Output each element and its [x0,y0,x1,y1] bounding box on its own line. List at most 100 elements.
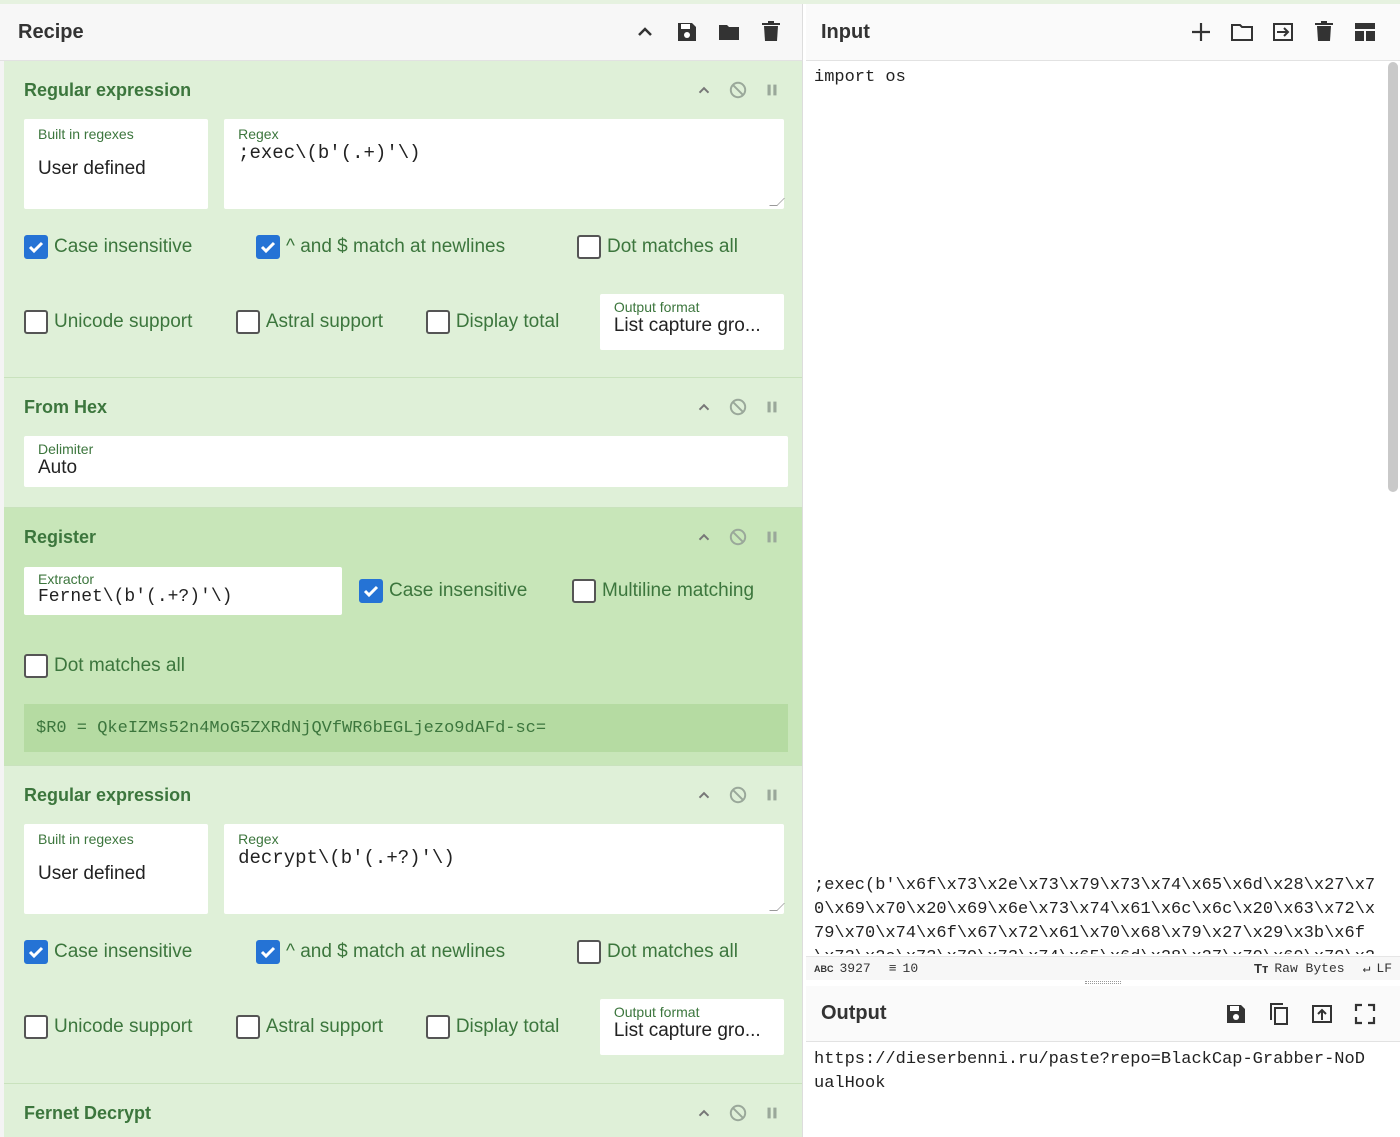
trash-icon[interactable] [758,19,784,45]
checkbox-icon [235,310,260,334]
field-value: List capture gro... [613,315,761,336]
checkbox-label: ^ and $ match at newlines [286,940,506,962]
layout-icon[interactable] [1352,19,1378,45]
field-value: User defined [38,158,146,179]
case-insensitive-checkbox[interactable]: Case insensitive [359,579,572,603]
recipe-pane: Recipe Regular expression Built in regex… [0,4,803,1137]
checkbox-icon [24,234,48,259]
char-count: ABC 3927 [814,961,871,976]
pause-icon[interactable] [762,80,782,100]
recipe-title: Recipe [18,20,84,43]
checkbox-label: Dot matches all [607,235,738,257]
pause-icon[interactable] [762,397,782,417]
encoding-value: Raw Bytes [1274,961,1345,976]
field-value: ;exec\(b'(.+)'\) [238,142,421,164]
maximize-icon[interactable] [1352,1001,1378,1027]
chevron-up-icon[interactable] [694,80,714,100]
input-header: Input [806,4,1400,61]
replace-input-icon[interactable] [1309,1001,1335,1027]
import-icon[interactable] [1270,19,1296,45]
chevron-up-icon[interactable] [694,527,714,547]
input-title: Input [821,20,870,43]
input-encoded-text[interactable]: ;exec(b'\x6f\x73\x2e\x73\x79\x73\x74\x65… [814,874,1384,954]
checkbox-icon [24,939,48,964]
disable-icon[interactable] [728,1103,748,1123]
field-label: Output format [613,299,700,315]
field-label: Regex [238,831,279,847]
chevron-up-icon[interactable] [694,1103,714,1123]
field-label: Regex [238,126,279,142]
regex-input[interactable]: Regex ;exec\(b'(.+)'\) [224,119,785,209]
checkbox-label: Display total [455,1016,560,1037]
folder-open-icon[interactable] [1229,19,1255,45]
extractor-input[interactable]: Extractor Fernet\(b'(.+?)'\) [24,567,342,615]
display-total-checkbox[interactable]: Display total [425,310,600,334]
astral-support-checkbox[interactable]: Astral support [235,310,426,334]
unicode-support-checkbox[interactable]: Unicode support [24,1015,236,1039]
input-first-line[interactable]: import os [814,68,906,87]
output-title: Output [821,1002,887,1024]
field-value: List capture gro... [613,1020,761,1041]
disable-icon[interactable] [728,80,748,100]
chevron-up-icon[interactable] [632,19,658,45]
checkbox-icon [256,234,280,259]
recipe-header: Recipe [0,4,802,61]
multiline-checkbox[interactable]: ^ and $ match at newlines [256,234,577,259]
output-text[interactable]: https://dieserbenni.ru/paste?repo=BlackC… [814,1048,1374,1096]
checkbox-icon [577,939,601,964]
disable-icon[interactable] [728,785,748,805]
resize-handle[interactable] [769,198,785,206]
checkbox-label: ^ and $ match at newlines [286,235,506,257]
checkbox-label: Dot matches all [54,655,185,676]
chevron-up-icon[interactable] [694,785,714,805]
operation-title: Regular expression [24,79,192,100]
operation-regex-2: Regular expression Built in regexes User… [4,766,802,1084]
pause-icon[interactable] [762,527,782,547]
disable-icon[interactable] [728,527,748,547]
operation-fernet-decrypt: Fernet Decrypt [4,1084,802,1137]
dot-matches-all-checkbox[interactable]: Dot matches all [577,234,738,259]
astral-support-checkbox[interactable]: Astral support [235,1015,426,1039]
unicode-support-checkbox[interactable]: Unicode support [24,310,236,334]
case-insensitive-checkbox[interactable]: Case insensitive [24,234,256,259]
field-label: Built in regexes [38,126,134,142]
pause-icon[interactable] [762,1103,782,1123]
case-insensitive-checkbox[interactable]: Case insensitive [24,939,256,964]
checkbox-icon [256,939,280,964]
pane-resize-handle[interactable] [1085,981,1121,984]
delimiter-select[interactable]: Delimiter Auto [24,436,788,487]
checkbox-label: Unicode support [54,1016,193,1037]
field-label: Delimiter [38,441,94,457]
display-total-checkbox[interactable]: Display total [425,1015,600,1039]
builtin-regexes-select[interactable]: Built in regexes User defined [24,824,209,914]
output-format-select[interactable]: Output format List capture gro... [599,294,784,350]
output-format-select[interactable]: Output format List capture gro... [599,999,784,1055]
trash-icon[interactable] [1311,19,1337,45]
encoding-selector[interactable]: Tт Raw Bytes [1254,961,1345,976]
checkbox-icon [577,234,601,259]
operation-register: Register Extractor Fernet\(b'(.+?)'\) Ca… [4,508,802,766]
save-icon[interactable] [674,19,700,45]
regex-input[interactable]: Regex decrypt\(b'(.+?)'\) [224,824,785,914]
resize-handle[interactable] [769,903,785,911]
multiline-matching-checkbox[interactable]: Multiline matching [572,579,754,603]
pause-icon[interactable] [762,785,782,805]
disable-icon[interactable] [728,397,748,417]
folder-icon[interactable] [716,19,742,45]
chevron-up-icon[interactable] [694,397,714,417]
save-icon[interactable] [1223,1001,1249,1027]
operation-title: Fernet Decrypt [24,1102,152,1123]
builtin-regexes-select[interactable]: Built in regexes User defined [24,119,209,209]
checkbox-icon [425,1015,450,1039]
copy-icon[interactable] [1266,1001,1292,1027]
checkbox-icon [235,1015,260,1039]
dot-matches-all-checkbox[interactable]: Dot matches all [577,939,738,964]
return-icon: ↵ [1362,961,1371,976]
eol-value: LF [1376,961,1392,976]
plus-icon[interactable] [1188,19,1214,45]
eol-selector[interactable]: ↵ LF [1363,961,1392,976]
output-header: Output [806,986,1400,1042]
dot-matches-all-checkbox[interactable]: Dot matches all [24,654,185,678]
input-scrollbar[interactable] [1388,62,1398,492]
multiline-checkbox[interactable]: ^ and $ match at newlines [256,939,577,964]
